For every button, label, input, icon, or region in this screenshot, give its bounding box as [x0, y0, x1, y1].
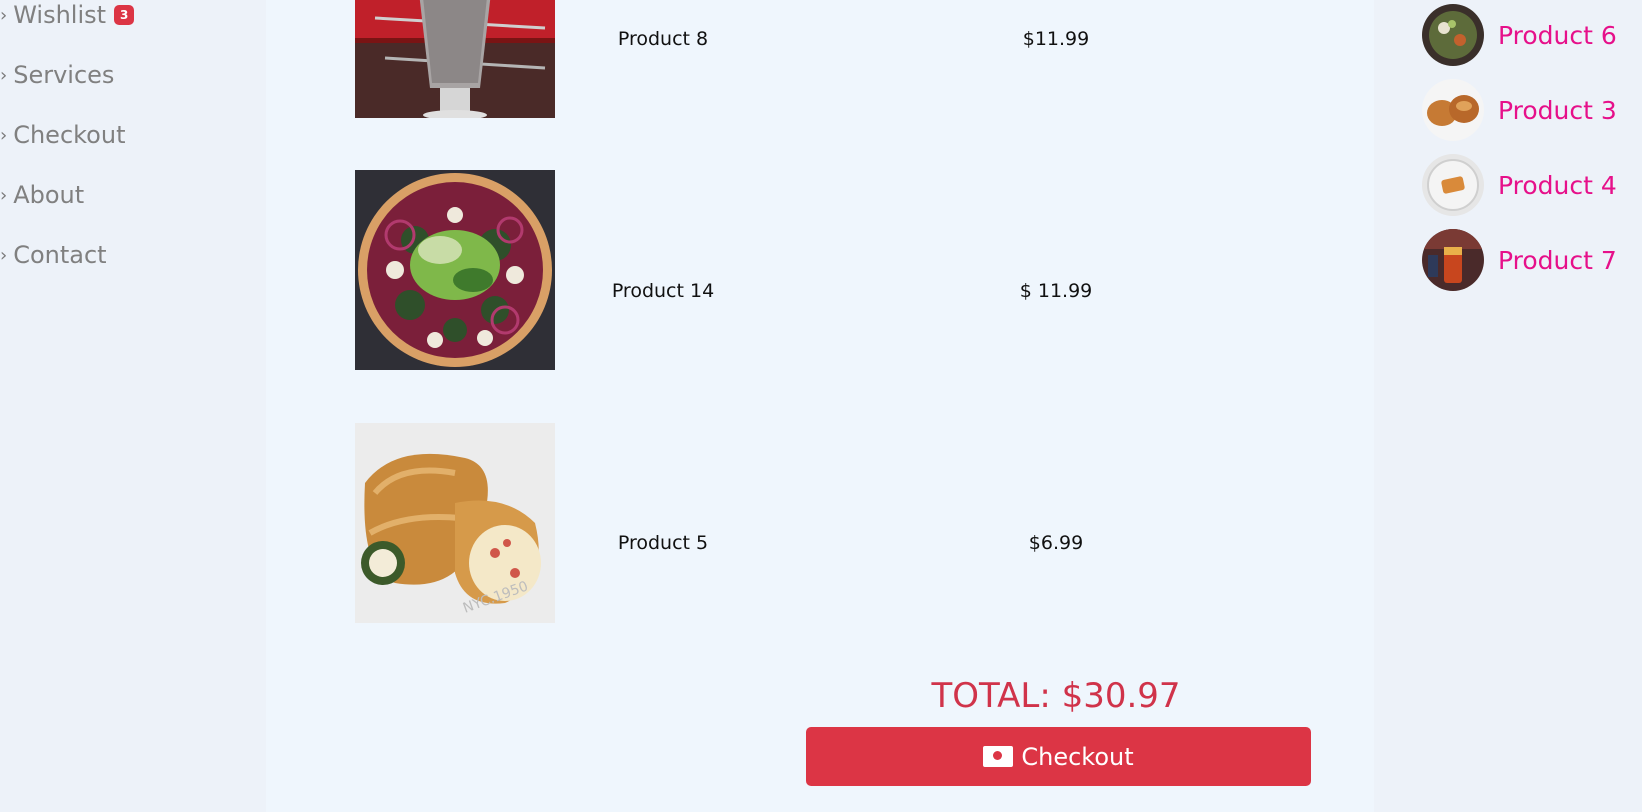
- cash-icon: [983, 746, 1014, 767]
- cart-total: TOTAL: $30.97: [931, 676, 1181, 716]
- sidebar-item-label: Contact: [13, 241, 107, 269]
- wishlist-count-badge: 3: [114, 5, 135, 25]
- pastry-thumb: [1422, 79, 1484, 141]
- recent-item-product-6[interactable]: Product 6: [1422, 4, 1617, 66]
- stromboli-image: NYC.1950: [355, 423, 555, 623]
- chevron-right-icon: ›: [0, 4, 8, 26]
- drink-thumb: [1422, 229, 1484, 291]
- chevron-right-icon: ›: [0, 124, 8, 146]
- recent-item-label: Product 6: [1498, 20, 1617, 50]
- cart-item-name: Product 14: [611, 280, 715, 302]
- sidebar-item-wishlist[interactable]: › Wishlist 3: [0, 0, 135, 30]
- cart-item-price: $6.99: [1028, 532, 1084, 554]
- recent-item-label: Product 4: [1498, 170, 1617, 200]
- pizza-image: [355, 170, 555, 370]
- cart-item-price: $11.99: [1022, 28, 1090, 50]
- sidebar-item-label: About: [13, 181, 85, 209]
- cart-item-price: $ 11.99: [1019, 280, 1093, 302]
- milkshake-image: [355, 0, 555, 118]
- recent-item-label: Product 3: [1498, 95, 1617, 125]
- sidebar-item-services[interactable]: › Services: [0, 60, 114, 90]
- recent-item-product-4[interactable]: Product 4: [1422, 154, 1617, 216]
- sidebar-item-label: Services: [13, 61, 115, 89]
- sidebar-item-contact[interactable]: › Contact: [0, 240, 107, 270]
- recent-item-product-3[interactable]: Product 3: [1422, 79, 1617, 141]
- chevron-right-icon: ›: [0, 184, 8, 206]
- sidebar-item-label: Checkout: [13, 121, 126, 149]
- sidebar-item-about[interactable]: › About: [0, 180, 84, 210]
- recent-item-label: Product 7: [1498, 245, 1617, 275]
- chevron-right-icon: ›: [0, 244, 8, 266]
- sidebar-item-checkout[interactable]: › Checkout: [0, 120, 125, 150]
- checkout-button-label: Checkout: [1021, 742, 1134, 771]
- chevron-right-icon: ›: [0, 64, 8, 86]
- cart-item-name: Product 8: [617, 28, 709, 50]
- salad-bowl-thumb: [1422, 4, 1484, 66]
- pastry-plate-thumb: [1422, 154, 1484, 216]
- recent-item-product-7[interactable]: Product 7: [1422, 229, 1617, 291]
- sidebar-item-label: Wishlist: [13, 1, 107, 29]
- left-sidebar: › Wishlist 3 › Services › Checkout › Abo…: [0, 0, 266, 812]
- cart-main: Product 8 $11.99 Product 14 $ 11.99 NYC.…: [266, 0, 1374, 812]
- checkout-button[interactable]: Checkout: [806, 727, 1311, 786]
- cart-item-name: Product 5: [617, 532, 709, 554]
- recently-viewed-panel: Product 6 Product 3 Product 4 Product 7: [1374, 0, 1642, 812]
